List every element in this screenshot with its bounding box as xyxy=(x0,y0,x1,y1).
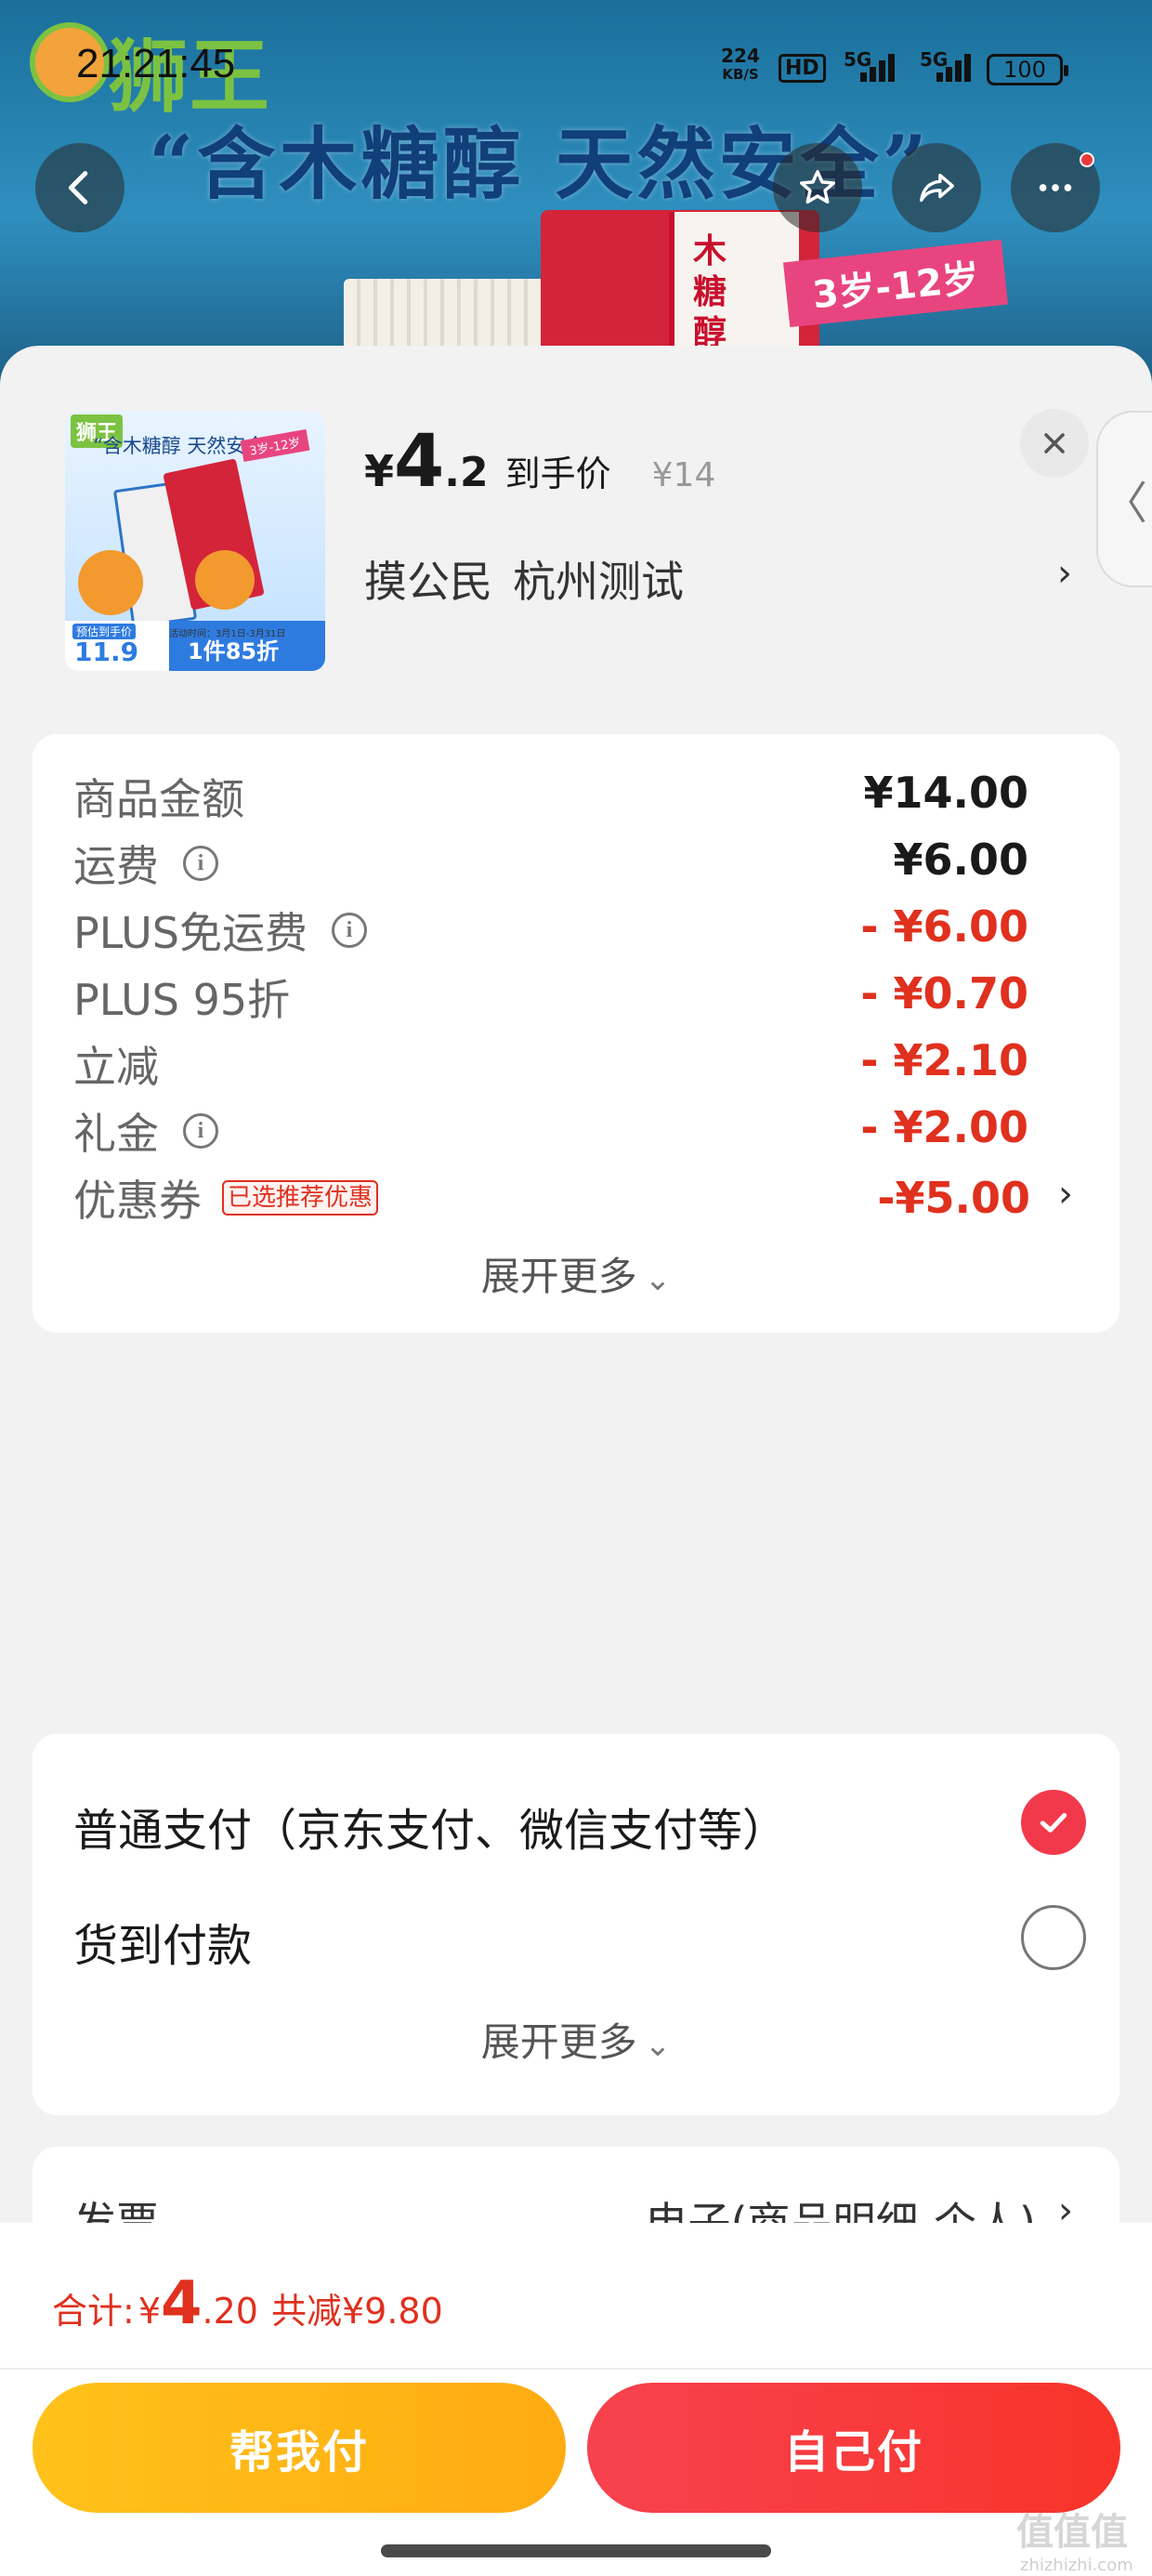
fee-value: - ¥0.70 xyxy=(860,968,1028,1019)
payment-method-card: 普通支付（京东支付、微信支付等） 货到付款 展开更多 ⌄ xyxy=(33,1734,1119,2115)
watermark-url: zhizhizhi.com xyxy=(1020,2556,1133,2575)
fee-label: PLUS 95折 xyxy=(73,975,291,1025)
network-speed-value: 224 xyxy=(721,45,760,67)
favorite-button[interactable] xyxy=(773,143,862,232)
payment-expand-button[interactable]: 展开更多 ⌄ xyxy=(33,2011,1119,2068)
network-speed-unit: KB/S xyxy=(722,66,759,83)
total-decimal: .20 xyxy=(202,2291,258,2332)
share-button[interactable] xyxy=(892,143,981,232)
price-symbol: ¥ xyxy=(364,446,395,496)
info-icon[interactable]: i xyxy=(183,1113,218,1149)
status-time: 21:21:45 xyxy=(76,41,236,86)
star-icon xyxy=(800,170,835,204)
chevron-left-icon: 〈 xyxy=(1102,478,1147,530)
payment-option-cod[interactable]: 货到付款 xyxy=(73,1896,1086,1979)
side-collapse-tab[interactable]: 〈 xyxy=(1096,411,1152,587)
fee-row-gift-money: 礼金 i - ¥2.00 xyxy=(33,1091,1119,1165)
fee-row-plus-discount: PLUS 95折 - ¥0.70 xyxy=(33,957,1119,1032)
price-integer: 4 xyxy=(394,420,445,504)
close-icon xyxy=(1044,433,1065,453)
address-city: 杭州测试 xyxy=(513,557,684,607)
payment-option-label: 普通支付（京东支付、微信支付等） xyxy=(73,1805,788,1857)
fee-row-coupon[interactable]: 优惠券 已选推荐优惠 -¥5.00 › xyxy=(33,1158,1119,1232)
chevron-right-icon[interactable]: › xyxy=(1057,552,1072,595)
thumb-pre-price: 11.9 xyxy=(74,637,139,667)
status-bar: 21:21:45 224 KB/S HD 5G 5G 100 xyxy=(0,28,1152,86)
chevron-down-icon: ⌄ xyxy=(644,2027,672,2064)
delivery-address[interactable]: 摸公民 杭州测试 xyxy=(364,548,684,610)
fee-row-plus-free-shipping: PLUS免运费 i - ¥6.00 xyxy=(33,890,1119,965)
hd-icon: HD xyxy=(779,54,826,83)
price-decimal: .2 xyxy=(444,449,489,496)
lion-mascot-icon xyxy=(195,550,255,610)
fee-row-instant-discount: 立减 - ¥2.10 xyxy=(33,1024,1119,1098)
home-indicator[interactable] xyxy=(381,2544,771,2557)
fee-label: 商品金额 xyxy=(73,774,244,824)
original-price: ¥14 xyxy=(651,456,716,494)
lion-mascot-icon xyxy=(78,550,143,615)
watermark-brand: 值值值 xyxy=(1016,2511,1128,2554)
checkout-footer: 合计: ¥ 4 .20 共减¥9.80 帮我付 自己付 值值值 zhizhizh… xyxy=(0,2223,1152,2576)
battery-icon: 100 xyxy=(987,54,1068,85)
final-price: ¥ 4 .2 到手价 ¥14 xyxy=(364,420,716,504)
fees-expand-button[interactable]: 展开更多 ⌄ xyxy=(33,1245,1119,1302)
chevron-right-icon[interactable]: › xyxy=(1058,1173,1073,1216)
fee-value: - ¥2.10 xyxy=(860,1035,1028,1085)
close-button[interactable] xyxy=(1020,409,1089,478)
fee-label: 运费 xyxy=(73,841,159,891)
order-total: 合计: ¥ 4 .20 共减¥9.80 xyxy=(52,2269,443,2338)
radio-unchecked-icon[interactable] xyxy=(1021,1905,1086,1970)
more-button[interactable] xyxy=(1011,143,1100,232)
fee-value: - ¥2.00 xyxy=(860,1102,1028,1152)
total-symbol: ¥ xyxy=(137,2291,161,2332)
pay-myself-button[interactable]: 自己付 xyxy=(587,2383,1120,2513)
expand-label: 展开更多 xyxy=(480,1254,637,1299)
notification-dot xyxy=(1080,152,1094,167)
fee-value: -¥5.00 xyxy=(877,1173,1030,1223)
fee-value: ¥6.00 xyxy=(893,835,1028,885)
network-speed: 224 KB/S xyxy=(717,46,764,84)
watermark: 值值值 zhizhizhi.com xyxy=(1016,2502,1133,2575)
toothpaste-tube-image xyxy=(344,279,567,353)
info-icon[interactable]: i xyxy=(183,846,218,881)
fee-row-shipping: 运费 i ¥6.00 xyxy=(33,823,1119,898)
fee-value: ¥14.00 xyxy=(863,768,1028,818)
back-button[interactable] xyxy=(35,143,124,232)
thumb-deal: 1件85折 xyxy=(188,638,280,664)
coupon-badge: 已选推荐优惠 xyxy=(222,1180,379,1216)
share-icon xyxy=(919,173,954,203)
chevron-left-icon xyxy=(68,171,88,204)
signal-bars-icon xyxy=(935,54,972,82)
total-saved: 共减¥9.80 xyxy=(270,2291,443,2332)
payment-option-normal[interactable]: 普通支付（京东支付、微信支付等） xyxy=(73,1781,1086,1864)
fee-value: - ¥6.00 xyxy=(860,901,1028,952)
fee-label: 礼金 xyxy=(73,1109,159,1159)
total-label: 合计: xyxy=(52,2291,135,2332)
address-name: 摸公民 xyxy=(364,557,492,607)
fee-breakdown-card: 商品金额 ¥14.00 运费 i ¥6.00 PLUS免运费 i - ¥6.00 P… xyxy=(33,734,1119,1333)
fee-row-goods: 商品金额 ¥14.00 xyxy=(33,756,1119,831)
fee-label: 优惠券 xyxy=(73,1176,202,1226)
expand-label: 展开更多 xyxy=(480,2019,637,2065)
checkmark-icon xyxy=(1040,1813,1067,1833)
info-icon[interactable]: i xyxy=(331,913,367,948)
radio-checked-icon[interactable] xyxy=(1021,1790,1086,1855)
price-tag: 到手价 xyxy=(504,453,611,494)
payment-option-label: 货到付款 xyxy=(73,1920,253,1972)
signal-bars-icon xyxy=(858,54,896,82)
total-integer: 4 xyxy=(161,2269,203,2338)
help-me-pay-button[interactable]: 帮我付 xyxy=(33,2383,566,2513)
fee-label: PLUS免运费 xyxy=(73,908,308,958)
footer-divider xyxy=(0,2368,1152,2370)
fee-label: 立减 xyxy=(73,1042,159,1092)
more-dots-icon xyxy=(1039,184,1072,191)
product-thumbnail[interactable]: 狮王 “含木糖醇 天然安全” 3岁-12岁 预估到手价 活动时间：3月1日-3月… xyxy=(65,411,325,671)
product-summary: 狮王 “含木糖醇 天然安全” 3岁-12岁 预估到手价 活动时间：3月1日-3月… xyxy=(0,346,1152,727)
chevron-down-icon: ⌄ xyxy=(644,1261,672,1298)
